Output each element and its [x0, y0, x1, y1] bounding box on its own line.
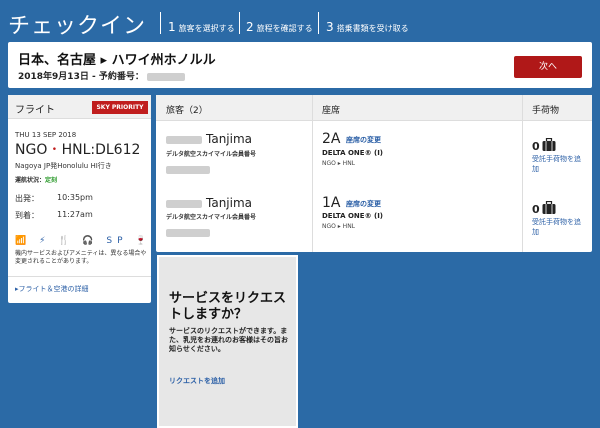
depart-label: 出発： — [15, 194, 39, 203]
segment: NGO ▸ HNL — [322, 160, 356, 167]
service-request-card: サービスをリクエストしますか？ サービスのリクエストができます。また、乳児をお連… — [157, 255, 298, 428]
route-dot-icon: • — [51, 145, 58, 155]
amenity-icons: 📶 ⚡ 🍴 🎧 SP 🍷 — [15, 236, 152, 246]
passenger-table: 旅客（2） 座席 手荷物 Tanjima デルタ航空スカイマイル会員番号 2A … — [156, 95, 592, 252]
table-header — [156, 95, 592, 121]
mileage-number — [166, 159, 210, 178]
dest-flight: HNL:DL612 — [61, 142, 141, 158]
step-number: 1 — [168, 20, 176, 34]
trip-date-confirmation: 2018年9月13日 - 予約番号： — [18, 69, 185, 82]
suitcase-icon — [542, 201, 556, 214]
bag-count: 0 — [532, 140, 540, 153]
mileage-label: デルタ航空スカイマイル会員番号 — [166, 151, 257, 158]
step-divider — [239, 12, 240, 34]
trip-route: 日本、名古屋 ▸ ハワイ州ホノルル — [18, 53, 216, 68]
add-checked-bag-link[interactable]: 受託手荷物を追加 — [532, 217, 582, 237]
step-divider — [318, 12, 319, 34]
sky-priority-badge: SKY PRIORITY — [92, 101, 148, 114]
column-divider — [522, 95, 523, 252]
step-label: 旅程を確認する — [256, 24, 313, 33]
cabin-class: DELTA ONE® (I) — [322, 149, 384, 157]
redacted-mileage-number — [166, 228, 210, 237]
redacted-confirmation — [146, 72, 185, 81]
divider — [8, 276, 151, 277]
change-seat-link[interactable]: 座席の変更 — [346, 199, 381, 209]
step-number: 3 — [326, 20, 334, 34]
amenity-note: 機内サービスおよびアメニティは、異なる場合や変更されることがあります。 — [15, 250, 147, 265]
seat-number: 1A — [322, 195, 341, 211]
mileage-label: デルタ航空スカイマイル会員番号 — [166, 214, 257, 221]
service-description: サービスのリクエストができます。また、乳児をお連れのお客様はその旨お知らせくださ… — [169, 327, 288, 353]
next-button[interactable]: 次へ — [514, 56, 582, 78]
step-number: 2 — [246, 20, 254, 34]
header-passengers: 旅客（2） — [166, 106, 208, 116]
step-2: 2 旅程を確認する — [246, 20, 313, 34]
passenger-surname: Tanjima — [206, 132, 253, 146]
flight-title: フライト — [15, 105, 55, 116]
redacted-given-name — [166, 199, 202, 208]
header-seat: 座席 — [322, 106, 341, 116]
status-label: 運航状況： — [15, 177, 46, 184]
step-divider — [160, 12, 161, 34]
arrive-label: 到着： — [15, 211, 39, 220]
change-seat-link[interactable]: 座席の変更 — [346, 135, 381, 145]
passenger-name: Tanjima — [166, 132, 252, 146]
status-value: 定刻 — [45, 177, 58, 184]
add-checked-bag-link[interactable]: 受託手荷物を追加 — [532, 154, 582, 174]
origin-code: NGO — [15, 142, 48, 158]
redacted-mileage-number — [166, 165, 210, 174]
flight-card: フライト SKY PRIORITY THU 13 SEP 2018 NGO • … — [8, 95, 151, 303]
arrive-time: 11:27am — [57, 210, 93, 219]
page-title: チェックイン — [8, 14, 147, 39]
bag-count: 0 — [532, 203, 540, 216]
flight-date: THU 13 SEP 2018 — [15, 131, 77, 139]
suitcase-icon — [542, 138, 556, 151]
add-request-link[interactable]: リクエストを追加 — [169, 376, 225, 386]
mileage-number — [166, 222, 210, 241]
flight-codes: NGO • HNL:DL612 — [15, 142, 140, 158]
service-title: サービスをリクエストしますか？ — [169, 291, 287, 322]
cabin-class: DELTA ONE® (I) — [322, 212, 384, 220]
step-label: 搭乗書類を受け取る — [336, 24, 409, 33]
step-3: 3 搭乗書類を受け取る — [326, 20, 409, 34]
passenger-surname: Tanjima — [206, 196, 253, 210]
date-confirmation-label: 2018年9月13日 - 予約番号： — [18, 72, 144, 82]
step-label: 旅客を選択する — [178, 24, 235, 33]
flight-status: 運航状況：定刻 — [15, 175, 57, 184]
passenger-name: Tanjima — [166, 196, 252, 210]
trip-summary-card: 日本、名古屋 ▸ ハワイ州ホノルル 2018年9月13日 - 予約番号： 次へ — [8, 42, 592, 88]
depart-time: 10:35pm — [57, 193, 93, 202]
column-divider — [312, 95, 313, 252]
flight-route-text: Nagoya JP発Honolulu HI行き — [15, 162, 112, 170]
step-1: 1 旅客を選択する — [168, 20, 235, 34]
header-baggage: 手荷物 — [532, 106, 560, 116]
seat-number: 2A — [322, 131, 341, 147]
segment: NGO ▸ HNL — [322, 223, 356, 230]
redacted-given-name — [166, 135, 202, 144]
row-spacer — [312, 185, 313, 186]
flight-details-link[interactable]: ▸フライト＆空港の詳細 — [15, 284, 89, 294]
